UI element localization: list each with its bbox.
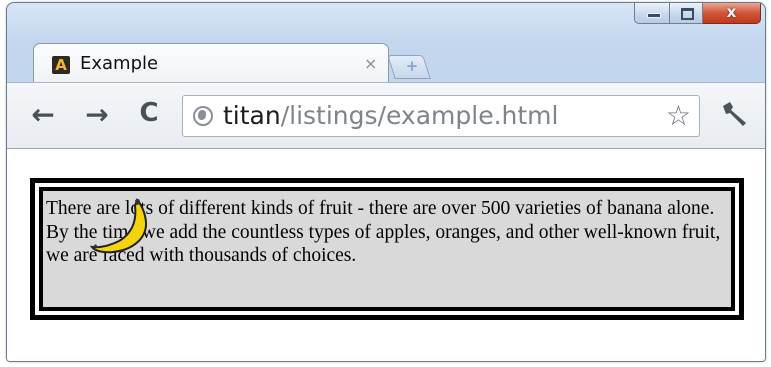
wrench-icon[interactable] (719, 99, 749, 129)
address-bar[interactable]: titan/listings/example.html ☆ (182, 95, 700, 137)
banana-cursor-icon (89, 198, 148, 254)
back-arrow-icon[interactable]: ← (27, 98, 59, 131)
close-icon: x (726, 3, 737, 21)
reload-icon[interactable]: C (133, 98, 165, 130)
bookmark-star-icon[interactable]: ☆ (666, 99, 691, 133)
new-tab-plus-icon: + (405, 57, 419, 75)
url-text: titan/listings/example.html (223, 101, 558, 131)
close-window-button[interactable]: x (703, 3, 761, 24)
maximize-button[interactable] (670, 3, 703, 24)
minimize-icon (647, 13, 661, 18)
tab-title: Example (80, 53, 159, 74)
url-path: /listings/example.html (280, 101, 559, 130)
url-host: titan (223, 101, 281, 130)
forward-arrow-icon[interactable]: → (81, 98, 113, 131)
browser-window: x A Example × + ← → C titan/listings/exa… (6, 2, 766, 362)
tab-example[interactable]: A Example × (33, 43, 389, 83)
page-viewport: There are lots of different kinds of fru… (7, 149, 765, 361)
maximize-icon (681, 8, 694, 20)
toolbar: ← → C titan/listings/example.html ☆ (7, 82, 765, 149)
favicon-icon: A (52, 56, 70, 74)
globe-icon (193, 106, 213, 126)
tab-close-icon[interactable]: × (364, 54, 377, 73)
minimize-button[interactable] (634, 3, 670, 24)
window-controls: x (634, 3, 761, 25)
